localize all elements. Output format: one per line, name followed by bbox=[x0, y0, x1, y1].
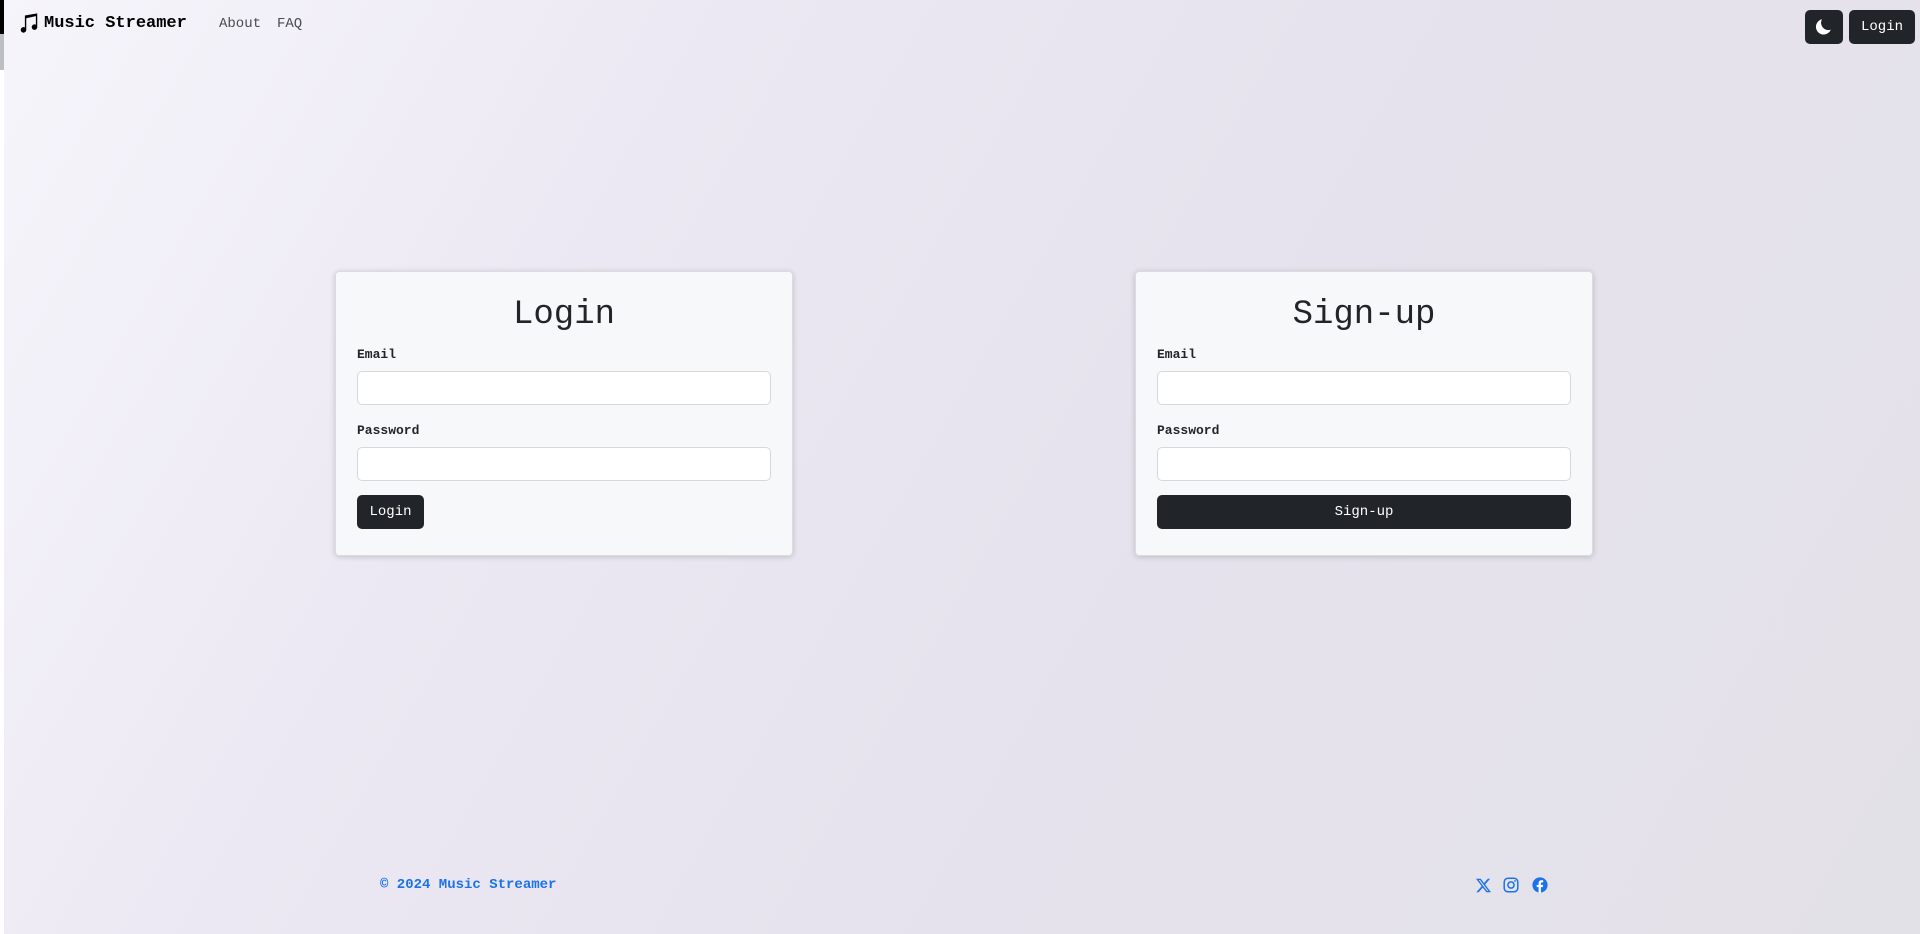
theme-toggle-button[interactable] bbox=[1805, 10, 1843, 44]
brand-name: Music Streamer bbox=[44, 13, 187, 33]
left-edge-strip bbox=[0, 0, 4, 934]
signup-title: Sign-up bbox=[1292, 296, 1436, 334]
login-submit-button[interactable]: Login bbox=[357, 495, 424, 529]
x-icon[interactable] bbox=[1474, 876, 1492, 894]
moon-icon bbox=[1816, 19, 1831, 35]
login-email-label: Email bbox=[357, 347, 397, 362]
signup-email-label: Email bbox=[1157, 347, 1197, 362]
signup-email-input[interactable] bbox=[1157, 371, 1571, 405]
signup-password-label: Password bbox=[1157, 423, 1220, 438]
music-note-icon bbox=[20, 13, 38, 33]
header-login-button[interactable]: Login bbox=[1849, 10, 1915, 44]
instagram-icon[interactable] bbox=[1502, 876, 1520, 894]
login-email-input[interactable] bbox=[357, 371, 771, 405]
signup-card: Sign-up Email Password Sign-up bbox=[1135, 271, 1593, 556]
login-password-input[interactable] bbox=[357, 447, 771, 481]
login-card: Login Email Password Login bbox=[335, 271, 793, 556]
brand-link[interactable]: Music Streamer bbox=[18, 12, 187, 34]
login-title: Login bbox=[512, 296, 616, 334]
nav-link-about[interactable]: About bbox=[219, 16, 261, 32]
login-password-label: Password bbox=[357, 423, 420, 438]
signup-submit-button[interactable]: Sign-up bbox=[1157, 495, 1571, 529]
signup-password-input[interactable] bbox=[1157, 447, 1571, 481]
navbar: Music Streamer About FAQ Login bbox=[0, 0, 1920, 52]
nav-link-faq[interactable]: FAQ bbox=[277, 16, 302, 32]
copyright-text: © 2024 Music Streamer bbox=[380, 877, 557, 893]
facebook-icon[interactable] bbox=[1531, 876, 1549, 894]
